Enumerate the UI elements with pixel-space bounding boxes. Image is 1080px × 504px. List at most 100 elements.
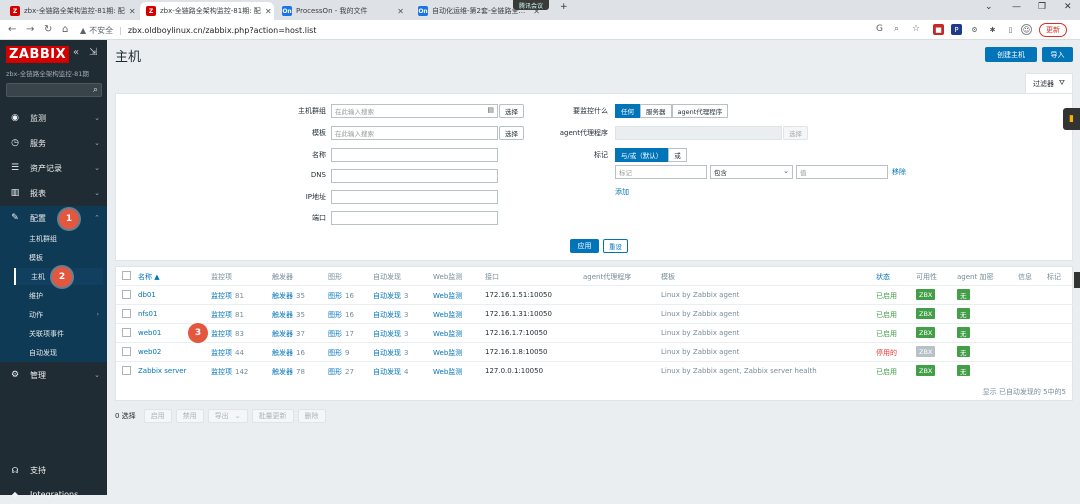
- mass-update-button[interactable]: 批量更新: [251, 409, 294, 423]
- submenu-discovery[interactable]: 自动发现: [14, 344, 103, 361]
- zoom-icon[interactable]: ⌕: [894, 24, 899, 34]
- row-checkbox[interactable]: [122, 366, 131, 375]
- submenu-maintenance[interactable]: 维护: [14, 287, 103, 304]
- port-input[interactable]: [331, 211, 498, 225]
- host-name-link[interactable]: web02: [138, 348, 161, 356]
- templates-input[interactable]: 在此输入搜索: [331, 126, 498, 140]
- triggers-link[interactable]: 触发器: [272, 368, 293, 376]
- update-button[interactable]: 更新: [1039, 23, 1067, 37]
- browser-tab-2[interactable]: Z zbx-全链路全架构监控-81期: 配 ✕: [140, 2, 274, 20]
- dropdown-list-icon[interactable]: ▤: [487, 106, 494, 114]
- discovery-link[interactable]: 自动发现: [373, 349, 401, 357]
- web-link[interactable]: Web监测: [433, 367, 462, 377]
- close-tab-icon[interactable]: ✕: [393, 7, 404, 16]
- extension-red-icon[interactable]: ■: [933, 24, 944, 35]
- menu-inventory[interactable]: ☰ 资产记录 ⌄: [0, 156, 107, 180]
- menu-support[interactable]: ☊ 支持: [0, 460, 107, 480]
- graphs-link[interactable]: 图形: [328, 368, 342, 376]
- browser-tab-3[interactable]: On ProcessOn - 我的文件 ✕: [276, 2, 410, 20]
- close-tab-icon[interactable]: ✕: [261, 7, 272, 16]
- floating-widget-icon[interactable]: ▮: [1063, 108, 1080, 130]
- discovery-link[interactable]: 自动发现: [373, 311, 401, 319]
- remove-tag-link[interactable]: 移除: [892, 167, 906, 177]
- extension-vpn-icon[interactable]: ⚙: [969, 24, 980, 35]
- scrollbar-thumb[interactable]: [1074, 272, 1080, 288]
- host-name-link[interactable]: nfs01: [138, 310, 157, 318]
- submenu-actions[interactable]: 动作 ›: [14, 306, 103, 323]
- disable-button[interactable]: 禁用: [175, 409, 204, 423]
- collapse-sidebar-icon[interactable]: «: [73, 47, 79, 58]
- submenu-templates[interactable]: 模板: [14, 249, 103, 266]
- dns-input[interactable]: [331, 169, 498, 183]
- tags-mode-and-or[interactable]: 与/或（默认）: [615, 148, 669, 162]
- host-name-link[interactable]: web01: [138, 329, 161, 337]
- back-icon[interactable]: ←: [8, 24, 16, 35]
- tab-search-icon[interactable]: ⌄: [985, 2, 993, 12]
- tag-value-input[interactable]: 值: [796, 165, 888, 179]
- monitored-by-any[interactable]: 任何: [615, 104, 640, 118]
- filter-tab[interactable]: 过滤器 ⛛: [1025, 73, 1073, 93]
- templates-cell[interactable]: Linux by Zabbix agent: [661, 310, 739, 318]
- host-name-link[interactable]: Zabbix server: [138, 367, 186, 375]
- extension-p-icon[interactable]: P: [951, 24, 962, 35]
- discovery-link[interactable]: 自动发现: [373, 330, 401, 338]
- web-link[interactable]: Web监测: [433, 310, 462, 320]
- web-link[interactable]: Web监测: [433, 329, 462, 339]
- ip-input[interactable]: [331, 190, 498, 204]
- close-window-icon[interactable]: ✕: [1064, 2, 1072, 12]
- minimize-icon[interactable]: —: [1012, 2, 1021, 12]
- row-checkbox[interactable]: [122, 290, 131, 299]
- menu-configuration[interactable]: ✎ 配置 ⌃: [0, 206, 107, 230]
- col-status-header[interactable]: 状态: [876, 272, 890, 282]
- templates-cell[interactable]: Linux by Zabbix agent, Zabbix server hea…: [661, 367, 817, 375]
- templates-cell[interactable]: Linux by Zabbix agent: [661, 291, 739, 299]
- add-tag-link[interactable]: 添加: [615, 187, 629, 197]
- new-tab-icon[interactable]: +: [560, 2, 568, 12]
- import-button[interactable]: 导入: [1042, 47, 1073, 62]
- triggers-link[interactable]: 触发器: [272, 292, 293, 300]
- bookmark-star-icon[interactable]: ☆: [912, 24, 920, 34]
- row-checkbox[interactable]: [122, 309, 131, 318]
- items-link[interactable]: 监控项: [211, 311, 232, 319]
- kiosk-mode-icon[interactable]: ⇲: [89, 47, 97, 58]
- host-groups-input[interactable]: 在此输入搜索 ▤: [331, 104, 498, 118]
- discovery-link[interactable]: 自动发现: [373, 368, 401, 376]
- graphs-link[interactable]: 图形: [328, 311, 342, 319]
- status-link[interactable]: 已启用: [876, 310, 897, 320]
- items-link[interactable]: 监控项: [211, 292, 232, 300]
- delete-button[interactable]: 删除: [297, 409, 326, 423]
- status-link[interactable]: 停用的: [876, 348, 897, 358]
- status-link[interactable]: 已启用: [876, 329, 897, 339]
- extension-puzzle-icon[interactable]: ✱: [987, 24, 998, 35]
- sidebar-search-input[interactable]: ⌕: [6, 83, 102, 97]
- apply-button[interactable]: 应用: [570, 239, 599, 253]
- create-host-button[interactable]: 创建主机: [985, 47, 1037, 62]
- menu-monitoring[interactable]: ◉ 监测 ⌄: [0, 106, 107, 130]
- row-checkbox[interactable]: [122, 328, 131, 337]
- select-all-checkbox[interactable]: [122, 271, 131, 280]
- home-icon[interactable]: ⌂: [62, 24, 68, 35]
- zabbix-logo[interactable]: ZABBIX: [6, 46, 70, 63]
- url-input[interactable]: ▲ 不安全 | zbx.oldboylinux.cn/zabbix.php?ac…: [80, 22, 880, 38]
- reload-icon[interactable]: ↻: [44, 24, 52, 35]
- triggers-link[interactable]: 触发器: [272, 330, 293, 338]
- submenu-event-correlation[interactable]: 关联项事件: [14, 325, 103, 342]
- reset-button[interactable]: 重设: [603, 239, 628, 253]
- graphs-link[interactable]: 图形: [328, 330, 342, 338]
- status-link[interactable]: 已启用: [876, 291, 897, 301]
- enable-button[interactable]: 启用: [143, 409, 172, 423]
- search-icon[interactable]: ⌕: [93, 85, 98, 95]
- row-checkbox[interactable]: [122, 347, 131, 356]
- menu-services[interactable]: ◷ 服务 ⌄: [0, 131, 107, 155]
- status-link[interactable]: 已启用: [876, 367, 897, 377]
- browser-tab-1[interactable]: Z zbx-全链路全架构监控-81期: 配 ✕: [4, 2, 138, 20]
- host-name-link[interactable]: db01: [138, 291, 156, 299]
- monitored-by-proxy[interactable]: agent代理程序: [671, 104, 729, 118]
- close-tab-icon[interactable]: ✕: [125, 7, 136, 16]
- triggers-link[interactable]: 触发器: [272, 311, 293, 319]
- profile-avatar-icon[interactable]: ☺: [1021, 24, 1032, 35]
- menu-integrations[interactable]: ◆ Integrations: [0, 484, 107, 504]
- monitored-by-server[interactable]: 服务器: [640, 104, 672, 118]
- graphs-link[interactable]: 图形: [328, 349, 342, 357]
- templates-cell[interactable]: Linux by Zabbix agent: [661, 329, 739, 337]
